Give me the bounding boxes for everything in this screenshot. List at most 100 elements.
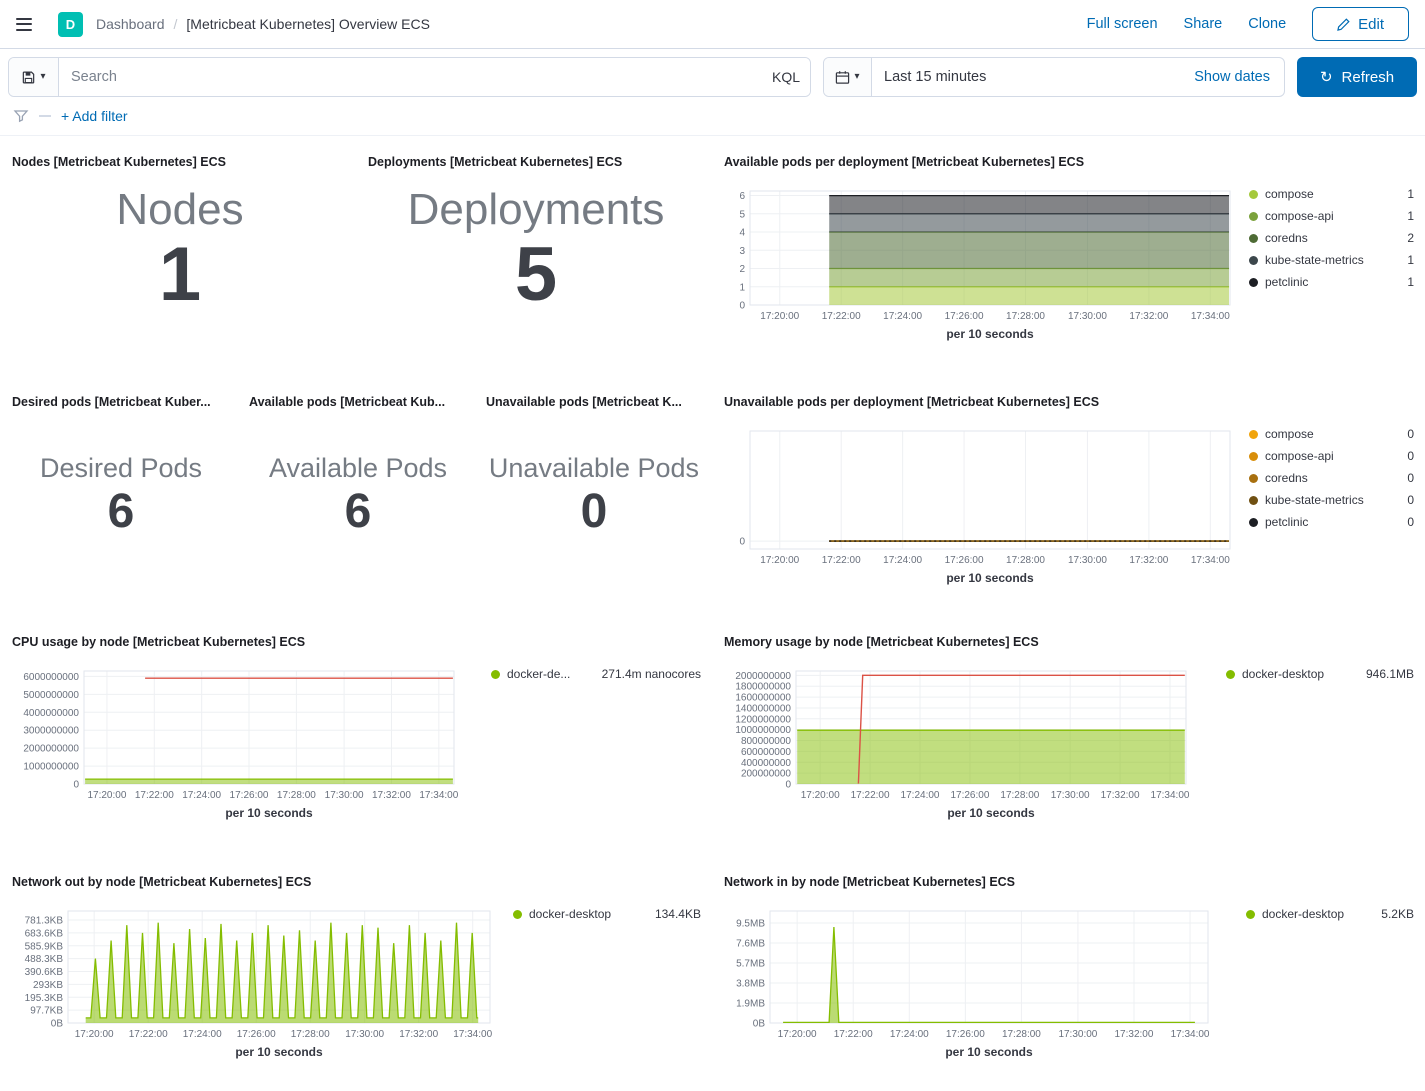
legend-color-dot	[1249, 430, 1258, 439]
time-range-button[interactable]: Last 15 minutes	[872, 69, 1180, 85]
cpu-usage-chart[interactable]: 17:20:0017:22:0017:24:0017:26:0017:28:00…	[12, 657, 464, 820]
svg-text:per 10 seconds: per 10 seconds	[235, 1045, 323, 1059]
svg-text:1800000000: 1800000000	[735, 682, 791, 693]
available-pods-per-deployment-chart[interactable]: 17:20:0017:22:0017:24:0017:26:0017:28:00…	[724, 177, 1240, 341]
svg-text:1.9MB: 1.9MB	[736, 999, 765, 1010]
legend-item[interactable]: coredns2	[1249, 231, 1414, 245]
memory-usage-chart[interactable]: 17:20:0017:22:0017:24:0017:26:0017:28:00…	[724, 657, 1196, 820]
panel-network-out: Network out by node [Metricbeat Kubernet…	[4, 868, 709, 1088]
svg-text:17:22:00: 17:22:00	[822, 555, 861, 566]
legend-item[interactable]: coredns0	[1249, 471, 1414, 485]
legend-item[interactable]: docker-desktop 946.1MB	[1226, 667, 1414, 681]
svg-text:1: 1	[739, 282, 745, 293]
edit-button[interactable]: Edit	[1312, 7, 1409, 41]
breadcrumb-dashboard[interactable]: Dashboard	[96, 16, 165, 32]
legend-series-name: compose-api	[1265, 449, 1334, 463]
legend-item[interactable]: petclinic 1	[1249, 275, 1414, 289]
metric-label: Nodes	[12, 185, 348, 235]
svg-text:3: 3	[739, 246, 745, 257]
svg-text:1000000000: 1000000000	[23, 762, 79, 773]
legend-item[interactable]: docker-de...271.4m nanocores	[491, 667, 701, 681]
legend-series-name: petclinic	[1265, 515, 1308, 529]
legend-item[interactable]: kube-state-metrics1	[1249, 253, 1414, 267]
panel-title: Available pods [Metricbeat Kub...	[249, 395, 467, 409]
legend-series-name: docker-desktop	[529, 907, 611, 921]
svg-text:17:20:00: 17:20:00	[801, 790, 840, 801]
svg-text:6000000000: 6000000000	[23, 672, 79, 683]
legend-item[interactable]: docker-desktop134.4KB	[513, 907, 701, 921]
legend-series-name: petclinic	[1265, 275, 1308, 289]
full-screen-link[interactable]: Full screen	[1087, 16, 1158, 32]
svg-text:17:32:00: 17:32:00	[1129, 311, 1168, 322]
refresh-button[interactable]: ↻ Refresh	[1297, 57, 1417, 97]
saved-query-button[interactable]: ▾	[9, 58, 59, 96]
legend-item[interactable]: docker-desktop5.2KB	[1246, 907, 1414, 921]
svg-text:17:26:00: 17:26:00	[237, 1029, 276, 1040]
svg-text:17:20:00: 17:20:00	[760, 311, 799, 322]
svg-text:17:28:00: 17:28:00	[1006, 555, 1045, 566]
unavailable-pods-per-deployment-plot: 17:20:0017:22:0017:24:0017:26:0017:28:00…	[724, 417, 1240, 585]
svg-text:17:22:00: 17:22:00	[129, 1029, 168, 1040]
panel-title: Unavailable pods per deployment [Metricb…	[724, 395, 1414, 409]
svg-text:488.3KB: 488.3KB	[25, 954, 64, 965]
panel-title: Desired pods [Metricbeat Kuber...	[12, 395, 230, 409]
svg-text:0B: 0B	[51, 1019, 64, 1030]
legend-item[interactable]: compose-api0	[1249, 449, 1414, 463]
metric-label: Unavailable Pods	[486, 453, 702, 484]
calendar-button[interactable]: ▾	[824, 58, 872, 96]
show-dates-link[interactable]: Show dates	[1180, 69, 1284, 85]
svg-text:17:22:00: 17:22:00	[822, 311, 861, 322]
svg-text:17:22:00: 17:22:00	[834, 1029, 873, 1040]
metric-value: 6	[12, 488, 230, 536]
svg-text:0: 0	[739, 301, 745, 312]
legend-item[interactable]: kube-state-metrics0	[1249, 493, 1414, 507]
legend-series-value: 1	[1397, 209, 1414, 223]
share-link[interactable]: Share	[1184, 16, 1223, 32]
svg-text:781.3KB: 781.3KB	[25, 916, 64, 927]
add-filter-link[interactable]: + Add filter	[61, 108, 128, 124]
metric-value: 0	[486, 488, 702, 536]
unavailable-pods-per-deployment-chart[interactable]: 17:20:0017:22:0017:24:0017:26:0017:28:00…	[724, 417, 1240, 585]
network-out-chart[interactable]: 17:20:0017:22:0017:24:0017:26:0017:28:00…	[12, 897, 500, 1059]
svg-text:17:24:00: 17:24:00	[183, 1029, 222, 1040]
legend-series-value: 1	[1397, 253, 1414, 267]
clone-link[interactable]: Clone	[1248, 16, 1286, 32]
svg-text:17:30:00: 17:30:00	[325, 790, 364, 801]
svg-text:2: 2	[739, 264, 745, 275]
svg-text:17:28:00: 17:28:00	[291, 1029, 330, 1040]
legend-series-value: 0	[1397, 515, 1414, 529]
metric-value: 1	[12, 237, 348, 313]
legend-color-dot	[1249, 518, 1258, 527]
kql-button[interactable]: KQL	[762, 58, 810, 96]
available-pods-per-deployment-plot: 17:20:0017:22:0017:24:0017:26:0017:28:00…	[724, 177, 1240, 341]
space-avatar[interactable]: D	[58, 12, 83, 37]
legend-color-dot	[491, 670, 500, 679]
svg-text:17:34:00: 17:34:00	[1191, 311, 1230, 322]
panel-deployments: Deployments [Metricbeat Kubernetes] ECS …	[360, 148, 712, 382]
legend-item[interactable]: compose-api1	[1249, 209, 1414, 223]
network-in-chart[interactable]: 17:20:0017:22:0017:24:0017:26:0017:28:00…	[724, 897, 1218, 1059]
legend-item[interactable]: compose0	[1249, 427, 1414, 441]
legend-series-value: 946.1MB	[1356, 667, 1414, 681]
legend-item[interactable]: petclinic 0	[1249, 515, 1414, 529]
svg-text:17:32:00: 17:32:00	[372, 790, 411, 801]
legend-item[interactable]: compose1	[1249, 187, 1414, 201]
svg-text:17:30:00: 17:30:00	[1068, 555, 1107, 566]
svg-text:2000000000: 2000000000	[23, 744, 79, 755]
svg-text:17:34:00: 17:34:00	[1171, 1029, 1210, 1040]
menu-icon[interactable]	[0, 0, 48, 48]
svg-text:683.6KB: 683.6KB	[25, 928, 64, 939]
legend-series-name: compose	[1265, 187, 1314, 201]
chart-legend: docker-de...271.4m nanocores	[491, 657, 701, 681]
legend-series-value: 1	[1397, 275, 1414, 289]
chevron-down-icon: ▾	[40, 72, 45, 82]
legend-series-name: docker-desktop	[1242, 667, 1324, 681]
svg-text:4000000000: 4000000000	[23, 708, 79, 719]
legend-color-dot	[1249, 474, 1258, 483]
query-bar: ▾ KQL ▾ Last 15 minutes Show dates ↻ Ref…	[0, 49, 1425, 105]
search-input[interactable]	[59, 58, 762, 96]
edit-button-label: Edit	[1358, 16, 1384, 33]
refresh-button-label: Refresh	[1342, 69, 1395, 86]
svg-text:per 10 seconds: per 10 seconds	[946, 571, 1034, 585]
filter-icon[interactable]	[13, 108, 29, 124]
